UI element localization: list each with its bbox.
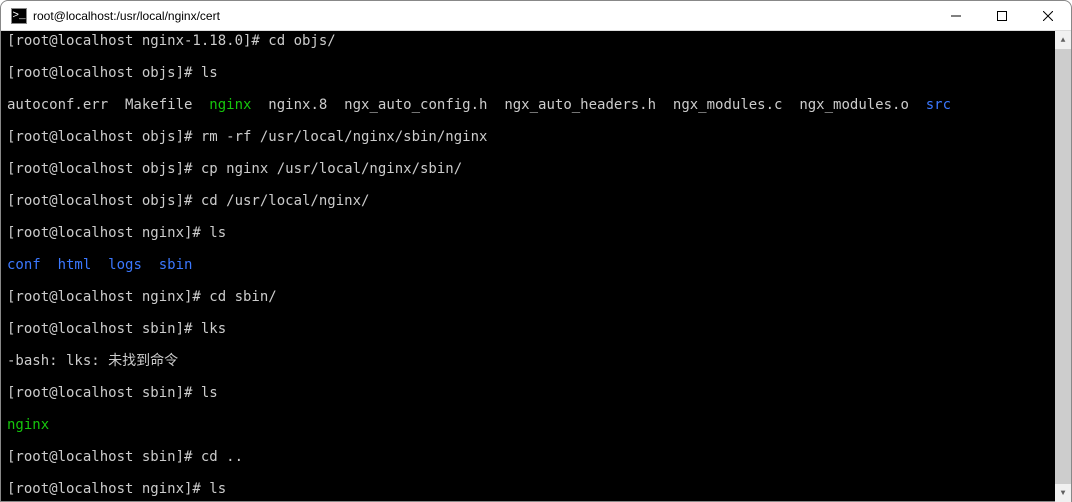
- scrollbar[interactable]: ▲ ▼: [1055, 31, 1071, 502]
- minimize-button[interactable]: [933, 1, 979, 30]
- terminal-line: [root@localhost objs]# cd /usr/local/ngi…: [7, 193, 1071, 209]
- app-icon: >_: [11, 8, 27, 24]
- window-title: root@localhost:/usr/local/nginx/cert: [33, 9, 933, 23]
- terminal-line: [root@localhost nginx]# ls: [7, 481, 1071, 497]
- close-icon: [1043, 11, 1053, 21]
- minimize-icon: [951, 11, 961, 21]
- terminal-line: conf html logs sbin: [7, 257, 1071, 273]
- maximize-icon: [997, 11, 1007, 21]
- titlebar: >_ root@localhost:/usr/local/nginx/cert: [1, 1, 1071, 31]
- terminal-line: autoconf.err Makefile nginx nginx.8 ngx_…: [7, 97, 1071, 113]
- terminal-line: [root@localhost objs]# rm -rf /usr/local…: [7, 129, 1071, 145]
- terminal-line: [root@localhost sbin]# cd ..: [7, 449, 1071, 465]
- scrollbar-thumb[interactable]: [1055, 49, 1071, 484]
- terminal-line: [root@localhost objs]# cp nginx /usr/loc…: [7, 161, 1071, 177]
- maximize-button[interactable]: [979, 1, 1025, 30]
- terminal-line: [root@localhost nginx-1.18.0]# cd objs/: [7, 33, 1071, 49]
- terminal-output[interactable]: [root@localhost nginx-1.18.0]# cd objs/ …: [1, 31, 1071, 501]
- terminal-line: [root@localhost sbin]# ls: [7, 385, 1071, 401]
- terminal-window: >_ root@localhost:/usr/local/nginx/cert …: [0, 0, 1072, 502]
- close-button[interactable]: [1025, 1, 1071, 30]
- terminal-line: nginx: [7, 417, 1071, 433]
- scroll-up-button[interactable]: ▲: [1055, 31, 1071, 49]
- terminal-line: [root@localhost sbin]# lks: [7, 321, 1071, 337]
- terminal-line: -bash: lks: 未找到命令: [7, 353, 1071, 369]
- terminal-line: [root@localhost nginx]# ls: [7, 225, 1071, 241]
- terminal-line: [root@localhost objs]# ls: [7, 65, 1071, 81]
- terminal-line: [root@localhost nginx]# cd sbin/: [7, 289, 1071, 305]
- window-controls: [933, 1, 1071, 30]
- scroll-down-button[interactable]: ▼: [1055, 484, 1071, 502]
